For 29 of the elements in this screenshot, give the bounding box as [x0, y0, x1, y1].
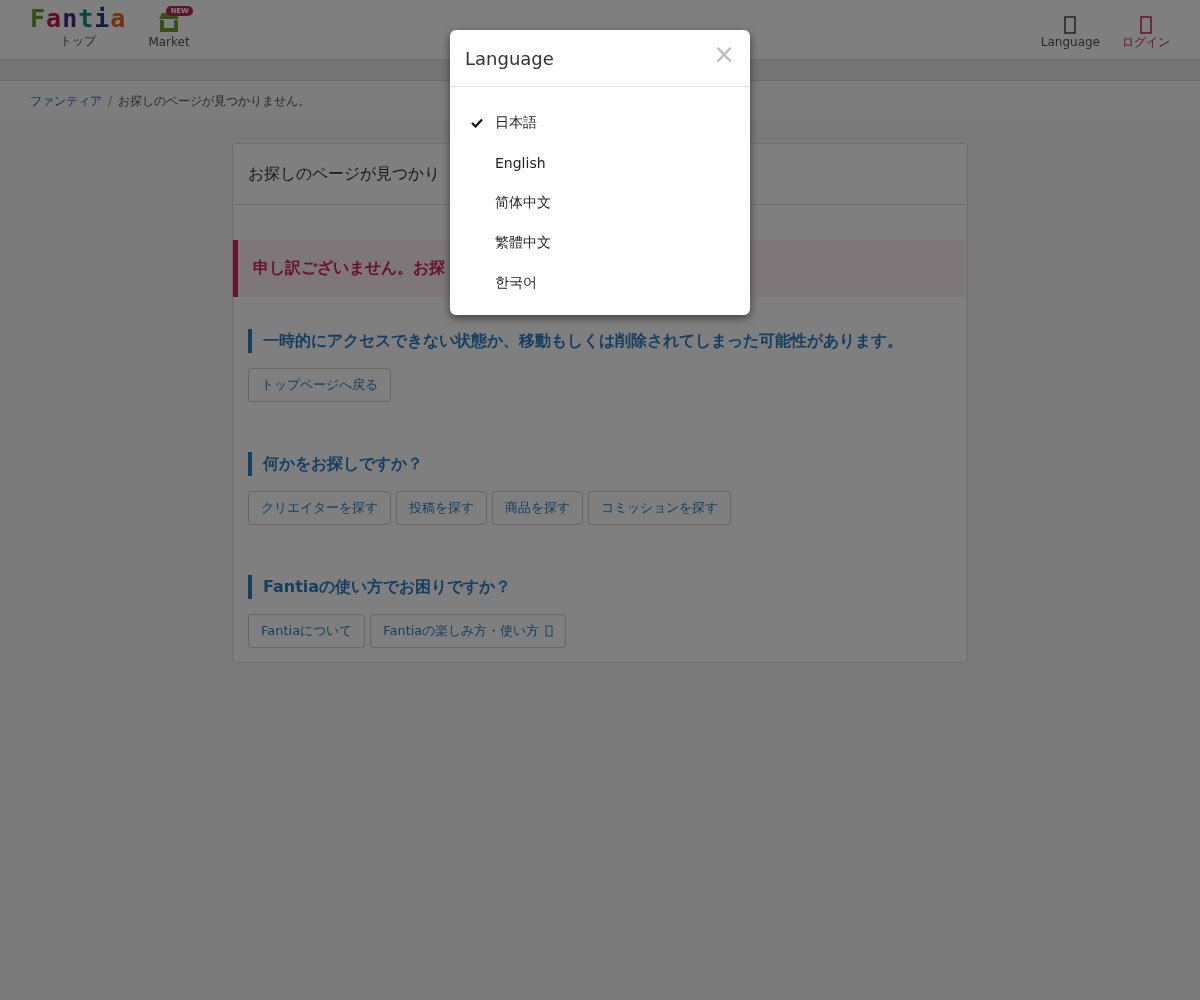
link-button[interactable]: 投稿を探す: [396, 491, 487, 525]
link-button[interactable]: Fantiaの楽しみ方・使い方: [370, 614, 567, 648]
language-option[interactable]: 한국어: [495, 274, 537, 292]
rectangle-icon: [545, 625, 554, 637]
link-button[interactable]: コミッションを探す: [588, 491, 731, 525]
link-button[interactable]: クリエイターを探す: [248, 491, 391, 525]
language-option[interactable]: English: [495, 155, 546, 171]
breadcrumb-separator: /: [108, 94, 113, 108]
nav-label: Market: [148, 36, 190, 49]
section-heading: 何かをお探しですか？: [248, 452, 952, 476]
nav-label: ログイン: [1122, 36, 1170, 49]
dialog-title: Language: [465, 47, 554, 69]
breadcrumb-current: お探しのページが見つかりません。: [118, 92, 311, 110]
nav-label: Language: [1040, 36, 1100, 49]
top-link[interactable]: Fantia トップ: [30, 0, 127, 48]
language-link[interactable]: Language: [1040, 0, 1100, 49]
breadcrumb-link[interactable]: ファンティア: [30, 92, 102, 110]
logo: Fantia: [30, 7, 127, 31]
nav-label: トップ: [60, 35, 97, 48]
link-button[interactable]: 商品を探す: [492, 491, 583, 525]
section-heading: Fantiaの使い方でお困りですか？: [248, 575, 952, 599]
close-button[interactable]: ×: [713, 41, 735, 67]
login-link[interactable]: ログイン: [1122, 0, 1170, 49]
link-button[interactable]: トップページへ戻る: [248, 368, 391, 402]
language-option[interactable]: 日本語: [495, 114, 537, 132]
rectangle-icon: [1064, 16, 1077, 34]
link-button[interactable]: Fantiaについて: [248, 614, 366, 648]
section-heading: 一時的にアクセスできない状態か、移動もしくは削除されてしまった可能性があります。: [248, 329, 952, 353]
rectangle-icon: [1140, 16, 1152, 34]
